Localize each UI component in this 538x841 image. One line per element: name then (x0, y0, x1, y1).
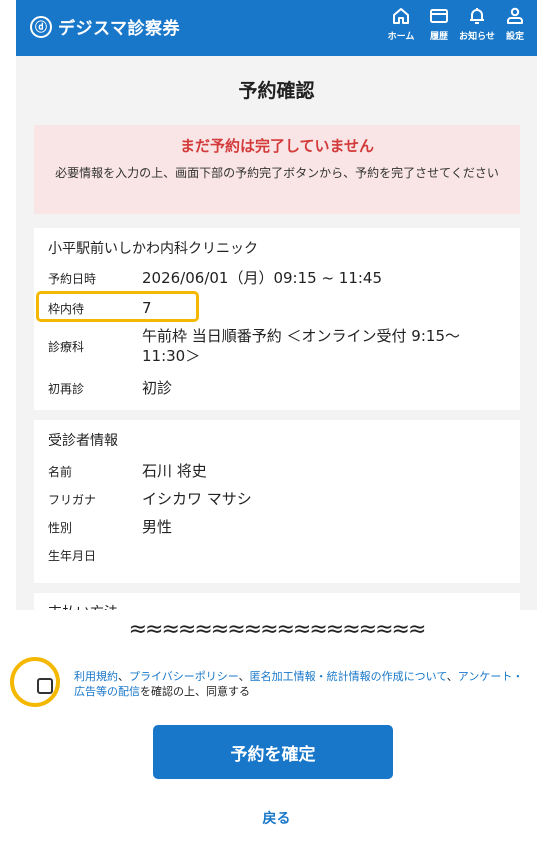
patient-row: 性別 男性 (48, 517, 508, 537)
row-value: 男性 (142, 518, 173, 536)
agreement-suffix: を確認の上、同意する (140, 685, 250, 698)
app-header: ⓓ デジスマ診察券 ホーム 履歴 お知らせ 設定 (16, 0, 537, 56)
patient-card: 受診者情報 名前 石川 将史 フリガナ イシカワ マサシ 性別 男性 生年月日 (34, 420, 520, 583)
row-key: 診療科 (48, 339, 85, 354)
patient-row: 名前 石川 将史 (48, 461, 508, 481)
patient-row: フリガナ イシカワ マサシ (48, 489, 508, 509)
terms-link[interactable]: 利用規約 (74, 670, 118, 683)
app-frame: ⓓ デジスマ診察券 ホーム 履歴 お知らせ 設定 予約確認 まだ予約は完了してい… (16, 0, 537, 841)
reservation-row: 予約日時 2026/06/01（月）09:15 ~ 11:45 (48, 268, 508, 288)
nav-home[interactable]: ホーム (385, 4, 417, 42)
history-icon (430, 9, 448, 23)
row-key: 生年月日 (48, 549, 97, 563)
highlight-circle (10, 657, 60, 707)
row-value: 初診 (142, 379, 173, 397)
terms-agreement: 利用規約、プライバシーポリシー、匿名加工情報・統計情報の作成について、アンケート… (32, 663, 524, 703)
row-key: フリガナ (48, 492, 97, 507)
row-value: 2026/06/01（月）09:15 ~ 11:45 (142, 269, 383, 287)
nav-settings-label: 設定 (505, 32, 524, 42)
page-title: 予約確認 (238, 80, 315, 102)
nav-history-label: 履歴 (429, 32, 448, 42)
nav-home-label: ホーム (387, 32, 415, 42)
row-value: 石川 将史 (142, 462, 207, 480)
row-value: イシカワ マサシ (142, 490, 252, 508)
main-content: 予約確認 まだ予約は完了していません 必要情報を入力の上、画面下部の予約完了ボタ… (16, 56, 537, 621)
user-settings-icon (507, 7, 523, 24)
reservation-row: 診療科 午前枠 当日順番予約 ＜オンライン受付 9:15〜11:30＞ (48, 326, 508, 366)
home-icon (393, 8, 409, 24)
row-key: 性別 (48, 520, 73, 535)
highlight-box (36, 291, 199, 322)
brand-logo[interactable]: ⓓ デジスマ診察券 (30, 14, 180, 39)
confirm-reservation-button[interactable]: 予約を確定 (153, 725, 393, 779)
agreement-separator: 、 (118, 670, 129, 683)
logo-mark-icon: ⓓ (30, 15, 52, 38)
nav-history[interactable]: 履歴 (423, 4, 455, 42)
row-key: 予約日時 (48, 271, 97, 286)
patient-section-title: 受診者情報 (48, 433, 118, 449)
row-key: 名前 (48, 464, 73, 479)
bell-icon (470, 8, 484, 24)
row-key: 初再診 (48, 381, 85, 396)
back-link[interactable]: 戻る (16, 808, 537, 828)
patient-row: 生年月日 (48, 547, 508, 564)
agreement-separator: 、 (446, 670, 458, 683)
anonymized-data-link[interactable]: 匿名加工情報・統計情報の作成について (250, 670, 447, 683)
nav-notifications[interactable]: お知らせ (459, 4, 495, 42)
agreement-separator: 、 (238, 670, 250, 683)
privacy-policy-link[interactable]: プライバシーポリシー (129, 670, 239, 683)
brand-name: デジスマ診察券 (58, 19, 180, 39)
row-value: 午前枠 当日順番予約 ＜オンライン受付 9:15〜11:30＞ (142, 327, 460, 365)
reservation-row: 初再診 初診 (48, 378, 508, 398)
agreement-text: 利用規約、プライバシーポリシー、匿名加工情報・統計情報の作成について、アンケート… (74, 669, 524, 699)
nav-settings[interactable]: 設定 (499, 4, 531, 42)
header-nav: ホーム 履歴 お知らせ 設定 (385, 4, 531, 42)
alert-title: まだ予約は完了していません (179, 137, 375, 155)
nav-notifications-label: お知らせ (459, 32, 495, 42)
clinic-name: 小平駅前いしかわ内科クリニック (48, 241, 258, 257)
incomplete-alert: まだ予約は完了していません 必要情報を入力の上、画面下部の予約完了ボタンから、予… (34, 125, 520, 214)
alert-message: 必要情報を入力の上、画面下部の予約完了ボタンから、予約を完了させてください (55, 166, 499, 180)
cut-divider: ≈≈≈≈≈≈≈≈≈≈≈≈≈≈≈≈≈≈ (16, 610, 537, 650)
